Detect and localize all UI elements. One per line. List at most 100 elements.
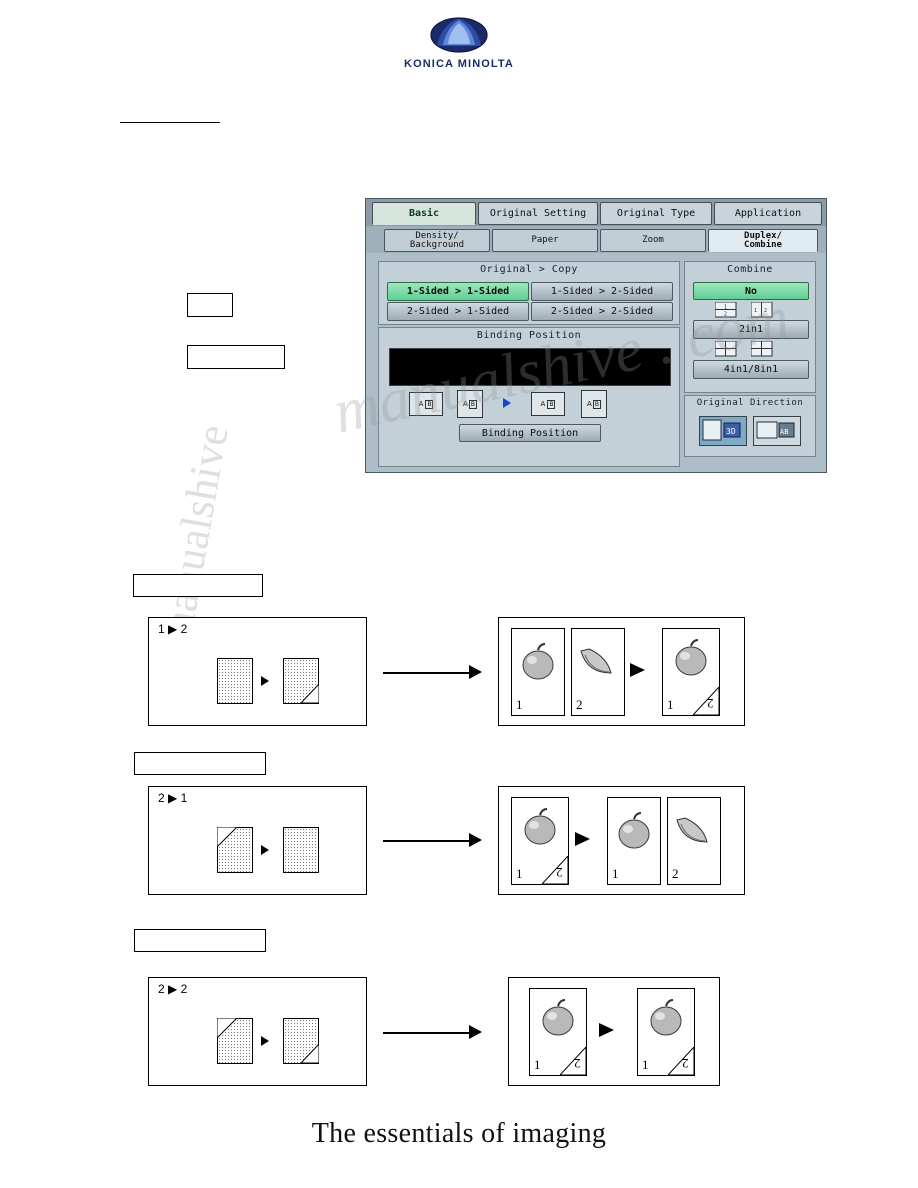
original-copy-group: Original > Copy 1-Sided > 1-Sided 1-Side… bbox=[378, 261, 680, 325]
tab-original-setting[interactable]: Original Setting bbox=[478, 202, 598, 225]
combine-layout-icon-3 bbox=[714, 340, 737, 357]
figure-1-fold-corner-icon-2 bbox=[693, 687, 719, 715]
btn-binding-position[interactable]: Binding Position bbox=[459, 424, 601, 442]
figure-2-result-cell-1: 1 2 bbox=[511, 797, 569, 885]
apple-icon bbox=[524, 808, 556, 845]
figure-3-result-num-1b: 2 bbox=[573, 1056, 581, 1071]
original-direction-group: Original Direction 3D AB bbox=[684, 395, 816, 457]
figure-1-inner-arrow-icon bbox=[261, 676, 269, 686]
figure-1-result-num-1: 1 bbox=[516, 697, 523, 712]
binding-icon-4[interactable]: AB bbox=[581, 390, 607, 418]
figure-3-label-box bbox=[134, 929, 266, 952]
banana-icon bbox=[580, 648, 612, 674]
apple-icon bbox=[675, 639, 707, 676]
figure-3-big-arrow-head-icon bbox=[469, 1025, 482, 1039]
figure-3-source-frame: 2 ▶ 2 bbox=[148, 977, 367, 1086]
figure-3-result-num-2b: 2 bbox=[681, 1056, 689, 1071]
figure-2-big-arrow-head-icon bbox=[469, 833, 482, 847]
figure-3-big-arrow-line bbox=[383, 1032, 471, 1034]
figure-2-result-num-1b: 2 bbox=[555, 865, 563, 880]
apple-icon bbox=[522, 643, 554, 680]
figure-3-result-fold-icon-1 bbox=[560, 1047, 586, 1075]
btn-2sided-1sided[interactable]: 2-Sided > 1-Sided bbox=[387, 302, 529, 321]
watermark-text-2: manualshive bbox=[150, 421, 238, 649]
panel-tab-row-1: Basic Original Setting Original Type App… bbox=[366, 199, 826, 226]
original-direction-icon-portrait[interactable]: 3D bbox=[699, 416, 747, 446]
btn-1sided-1sided[interactable]: 1-Sided > 1-Sided bbox=[387, 282, 529, 301]
figure-2-sheet-b bbox=[283, 827, 319, 873]
tab-duplex-line2: Combine bbox=[744, 239, 782, 250]
binding-icon-1[interactable]: AB bbox=[409, 392, 443, 416]
figure-2-result-num-3: 2 bbox=[672, 866, 679, 881]
original-direction-title: Original Direction bbox=[696, 398, 804, 408]
binding-icon-3[interactable]: AB bbox=[531, 392, 565, 416]
btn-2sided-2sided[interactable]: 2-Sided > 2-Sided bbox=[531, 302, 673, 321]
tab-duplex-combine[interactable]: Duplex/ Combine bbox=[708, 229, 818, 252]
combine-layout-icon-1: 12 bbox=[714, 301, 737, 318]
figure-2-result-arrow-icon bbox=[575, 832, 590, 846]
figure-2-result-cell-3: 2 bbox=[667, 797, 721, 885]
banana-icon bbox=[676, 817, 708, 843]
btn-combine-no[interactable]: No bbox=[693, 282, 809, 300]
svg-text:2: 2 bbox=[764, 308, 767, 314]
figure-1-result-cell-2: 2 bbox=[571, 628, 625, 716]
tab-zoom-label: Zoom bbox=[642, 235, 664, 245]
svg-text:3D: 3D bbox=[726, 427, 736, 436]
tab-application[interactable]: Application bbox=[714, 202, 822, 225]
figure-3-inner-arrow-icon bbox=[261, 1036, 269, 1046]
figure-1-sheet-a bbox=[217, 658, 253, 704]
tab-original-type[interactable]: Original Type bbox=[600, 202, 712, 225]
figure-2-source-frame: 2 ▶ 1 bbox=[148, 786, 367, 895]
tab-paper-label: Paper bbox=[531, 235, 559, 245]
svg-text:2: 2 bbox=[724, 312, 727, 318]
original-copy-title: Original > Copy bbox=[480, 264, 578, 275]
figure-3-header: 2 ▶ 2 bbox=[158, 982, 188, 996]
binding-position-title: Binding Position bbox=[476, 330, 582, 341]
panel-tab-row-2: Density/ Background Paper Zoom Duplex/ C… bbox=[366, 226, 826, 253]
figure-1-result-num-3: 1 bbox=[667, 697, 674, 712]
original-direction-icon-landscape[interactable]: AB bbox=[753, 416, 801, 446]
tab-basic[interactable]: Basic bbox=[372, 202, 476, 225]
figure-1-result-frame: 1 2 1 2 bbox=[498, 617, 745, 726]
figure-2-result-num-2: 1 bbox=[612, 866, 619, 881]
figure-1-result-num-3b: 2 bbox=[706, 696, 714, 711]
figure-2-header: 2 ▶ 1 bbox=[158, 791, 188, 805]
figure-1-result-cell-1: 1 bbox=[511, 628, 565, 716]
figure-1-source-frame: 1 ▶ 2 bbox=[148, 617, 367, 726]
figure-2-fold-corner-icon bbox=[217, 827, 237, 847]
callout-box-2 bbox=[187, 345, 285, 369]
figure-1-result-num-2: 2 bbox=[576, 697, 583, 712]
figure-1-big-arrow-head-icon bbox=[469, 665, 482, 679]
figure-2-result-frame: 1 2 1 2 bbox=[498, 786, 745, 895]
tab-paper[interactable]: Paper bbox=[492, 229, 598, 252]
logo-wordmark: KONICA MINOLTA bbox=[404, 58, 514, 70]
figure-2-inner-arrow-icon bbox=[261, 845, 269, 855]
figure-1-result-arrow-icon bbox=[630, 663, 645, 677]
page-tagline: The essentials of imaging bbox=[311, 1118, 607, 1149]
btn-1sided-2sided[interactable]: 1-Sided > 2-Sided bbox=[531, 282, 673, 301]
figure-3-result-cell-2: 1 2 bbox=[637, 988, 695, 1076]
figure-3-fold-corner-icon-2 bbox=[301, 1044, 319, 1063]
binding-position-group: Binding Position AB AB AB AB Binding Pos… bbox=[378, 327, 680, 467]
tab-density-background[interactable]: Density/ Background bbox=[384, 229, 490, 252]
figure-1-big-arrow-line bbox=[383, 672, 471, 674]
svg-text:1: 1 bbox=[754, 308, 757, 314]
figure-3-result-cell-1: 1 2 bbox=[529, 988, 587, 1076]
konica-minolta-logo: KONICA MINOLTA bbox=[396, 14, 522, 80]
callout-box-1 bbox=[187, 293, 233, 317]
figure-3-result-fold-icon-2 bbox=[668, 1047, 694, 1075]
binding-icon-2[interactable]: AB bbox=[457, 390, 483, 418]
combine-title: Combine bbox=[727, 264, 773, 275]
figure-2-result-cell-2: 1 bbox=[607, 797, 661, 885]
svg-text:AB: AB bbox=[780, 428, 788, 436]
figure-3-result-num-1: 1 bbox=[534, 1057, 541, 1072]
btn-combine-4in1-8in1[interactable]: 4in1/8in1 bbox=[693, 360, 809, 379]
document-page: KONICA MINOLTA Basic Original Setting Or… bbox=[0, 0, 918, 1188]
binding-preview-field bbox=[389, 348, 671, 386]
tab-density-line2: Background bbox=[409, 239, 465, 250]
tab-zoom[interactable]: Zoom bbox=[600, 229, 706, 252]
binding-arrow-icon bbox=[503, 398, 511, 408]
logo-mark-icon bbox=[396, 14, 522, 58]
btn-combine-2in1[interactable]: 2in1 bbox=[693, 320, 809, 339]
figure-1-fold-corner-icon bbox=[301, 684, 319, 703]
